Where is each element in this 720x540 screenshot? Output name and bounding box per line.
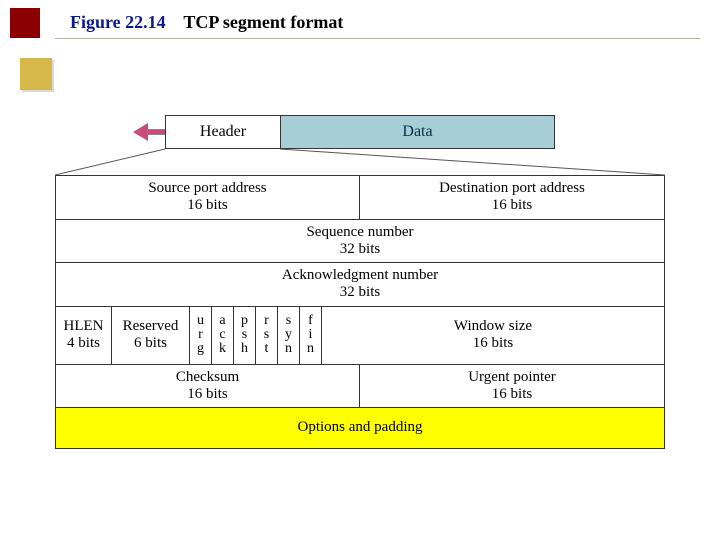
bits: 6 bits [134,335,167,352]
row-options: Options and padding [56,407,664,448]
expansion-lines [55,149,665,175]
label: Checksum [176,369,239,386]
label: Window size [454,318,532,335]
bits: 16 bits [473,335,513,352]
field-options-padding: Options and padding [56,408,664,448]
label: Destination port address [439,180,585,197]
row-checksum-urgent: Checksum 16 bits Urgent pointer 16 bits [56,364,664,408]
row-sequence: Sequence number 32 bits [56,219,664,263]
label: Source port address [148,180,266,197]
flag-ack: a c k [212,307,234,364]
field-urgent-pointer: Urgent pointer 16 bits [360,365,664,408]
label: Options and padding [298,419,423,436]
bits: 16 bits [492,197,532,214]
label: Reserved [123,318,179,335]
field-hlen: HLEN 4 bits [56,307,112,364]
field-checksum: Checksum 16 bits [56,365,360,408]
row-hlen-flags-window: HLEN 4 bits Reserved 6 bits u r g a c k … [56,306,664,364]
bits: 16 bits [187,197,227,214]
field-source-port: Source port address 16 bits [56,176,360,219]
label: Acknowledgment number [282,267,438,284]
data-box: Data [281,116,554,148]
figure-caption: TCP segment format [183,12,343,32]
tcp-segment-diagram: Header Data Source port address 16 bits … [55,115,665,449]
header-box: Header [166,116,281,148]
label: Sequence number [306,224,413,241]
bits: 32 bits [340,284,380,301]
flag-fin: f i n [300,307,322,364]
decorative-bullet-square [20,58,52,90]
bits: 16 bits [187,386,227,403]
segment-top-bar: Header Data [165,115,555,149]
figure-number: Figure 22.14 [70,12,166,32]
title-bar: Figure 22.14 TCP segment format [10,8,700,40]
bits: 16 bits [492,386,532,403]
field-reserved: Reserved 6 bits [112,307,190,364]
field-window-size: Window size 16 bits [322,307,664,364]
row-ports: Source port address 16 bits Destination … [56,176,664,219]
flag-psh: p s h [234,307,256,364]
label: HLEN [64,318,104,335]
row-ack: Acknowledgment number 32 bits [56,262,664,306]
flag-rst: r s t [256,307,278,364]
header-fields-grid: Source port address 16 bits Destination … [55,175,665,449]
field-ack-number: Acknowledgment number 32 bits [56,263,664,306]
figure-title: Figure 22.14 TCP segment format [70,12,343,33]
field-sequence-number: Sequence number 32 bits [56,220,664,263]
bits: 32 bits [340,241,380,258]
title-bullet-square [10,8,40,38]
label: Urgent pointer [468,369,556,386]
field-dest-port: Destination port address 16 bits [360,176,664,219]
bits: 4 bits [67,335,100,352]
title-underline [55,38,700,39]
flag-syn: s y n [278,307,300,364]
flag-urg: u r g [190,307,212,364]
